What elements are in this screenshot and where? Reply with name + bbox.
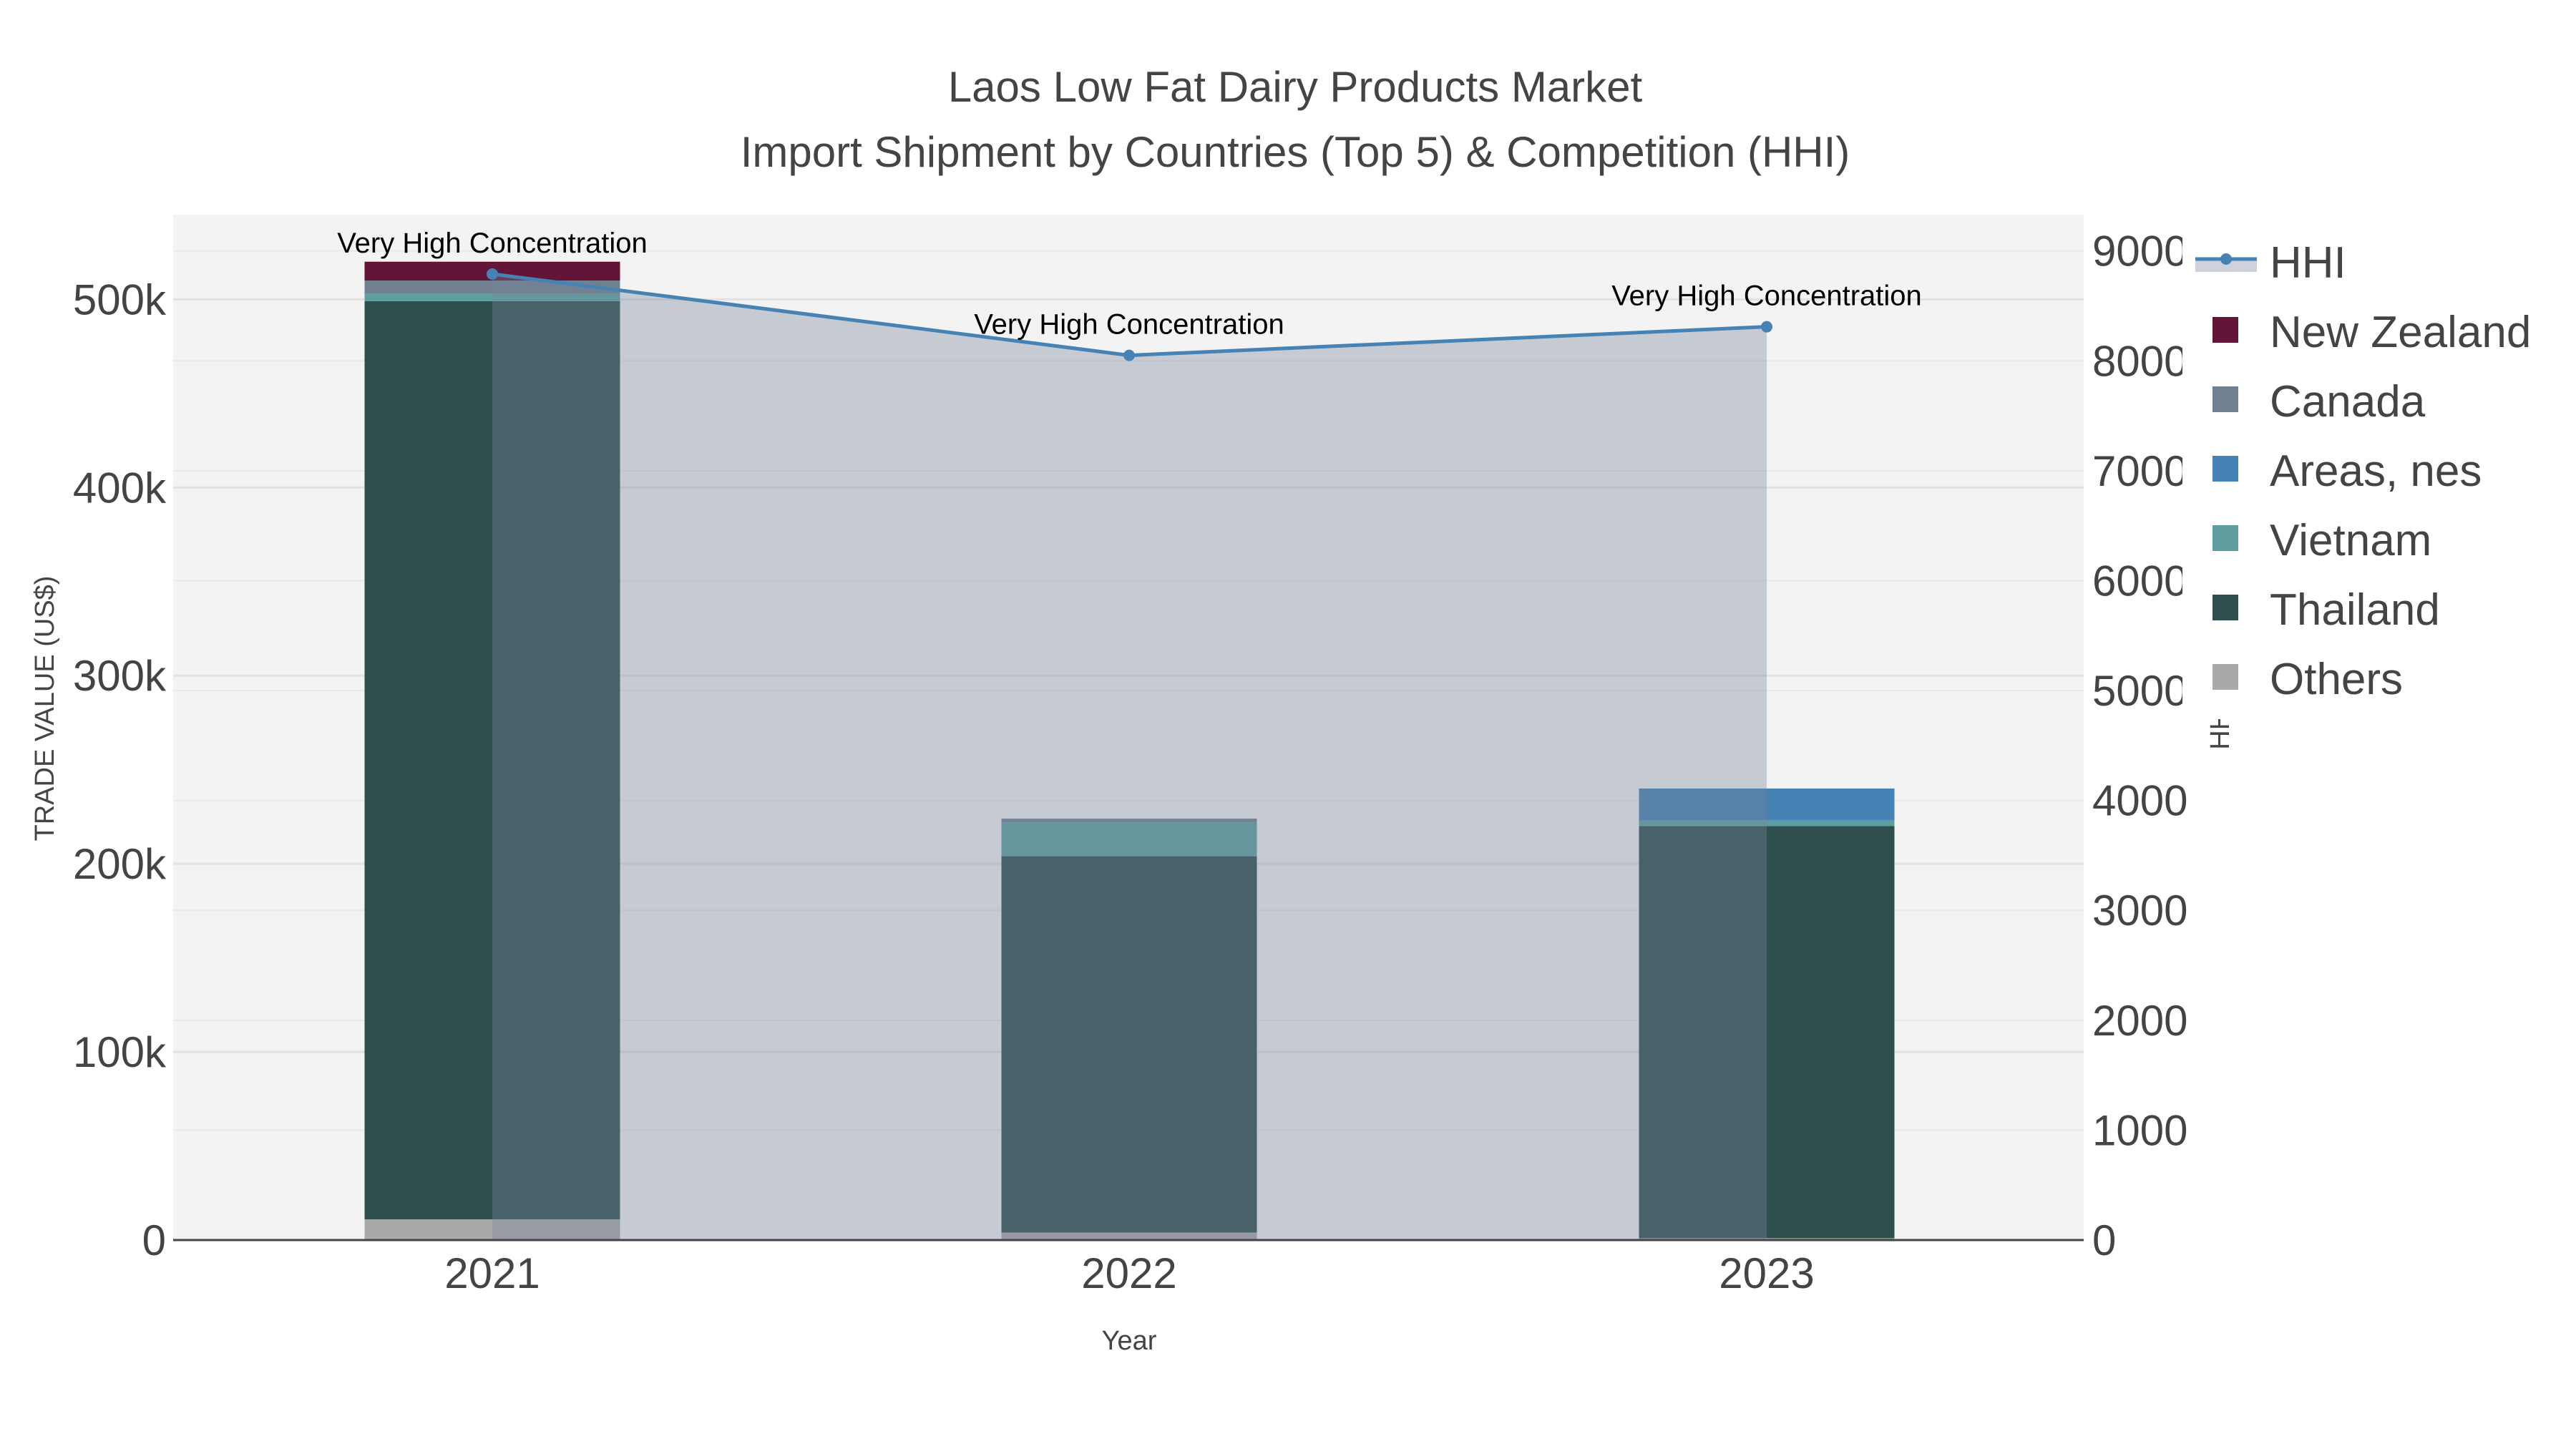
- hhi-annotation: Very High Concentration: [337, 228, 648, 259]
- y-tick-label: 200k: [73, 840, 167, 888]
- y-tick-label: 100k: [73, 1028, 167, 1076]
- hhi-area: [492, 273, 1767, 1240]
- hhi-point: [1123, 349, 1135, 361]
- y2-tick-label: 4000: [2092, 777, 2187, 825]
- legend-swatch-hhi-marker: [2220, 253, 2232, 265]
- legend-label: Thailand: [2270, 585, 2440, 635]
- chart-subtitle: Import Shipment by Countries (Top 5) & C…: [741, 128, 1850, 176]
- legend-swatch: [2212, 595, 2238, 620]
- legend-swatch: [2212, 456, 2238, 482]
- y2-tick-label: 7000: [2092, 447, 2187, 495]
- legend-label: Canada: [2270, 377, 2426, 426]
- y-tick-label: 500k: [73, 275, 167, 323]
- y-axis-title: TRADE VALUE (US$): [30, 576, 60, 841]
- hhi-point: [1761, 321, 1772, 333]
- chart-title: Laos Low Fat Dairy Products Market: [948, 63, 1643, 111]
- legend-swatch: [2212, 386, 2238, 412]
- y2-tick-label: 8000: [2092, 337, 2187, 385]
- legend-swatch: [2212, 317, 2238, 343]
- y2-tick-label: 0: [2092, 1216, 2116, 1264]
- x-tick-label: 2021: [444, 1249, 540, 1297]
- y2-tick-label: 1000: [2092, 1106, 2187, 1154]
- x-axis-title: Year: [1102, 1326, 1157, 1356]
- legend-label: New Zealand: [2270, 308, 2531, 357]
- legend-label: Others: [2270, 655, 2403, 704]
- y-tick-label: 300k: [73, 652, 167, 700]
- y2-tick-label: 9000: [2092, 228, 2187, 275]
- x-tick-label: 2022: [1081, 1249, 1176, 1297]
- chart: Laos Low Fat Dairy Products Market Impor…: [30, 63, 2576, 1356]
- legend-label: Vietnam: [2270, 516, 2431, 565]
- hhi-annotation: Very High Concentration: [1611, 280, 1922, 312]
- legend-label: Areas, nes: [2270, 447, 2482, 496]
- y-tick-label: 400k: [73, 464, 167, 512]
- legend-swatch: [2212, 664, 2238, 690]
- x-tick-label: 2023: [1719, 1249, 1814, 1297]
- y-tick-label: 0: [142, 1216, 166, 1264]
- y2-tick-label: 3000: [2092, 887, 2187, 935]
- y2-tick-label: 6000: [2092, 557, 2187, 605]
- y2-tick-label: 2000: [2092, 997, 2187, 1045]
- legend-label-hhi: HHI: [2270, 238, 2346, 288]
- hhi-annotation: Very High Concentration: [974, 309, 1284, 341]
- y2-tick-label: 5000: [2092, 667, 2187, 715]
- legend-swatch: [2212, 525, 2238, 551]
- hhi-point: [487, 268, 498, 280]
